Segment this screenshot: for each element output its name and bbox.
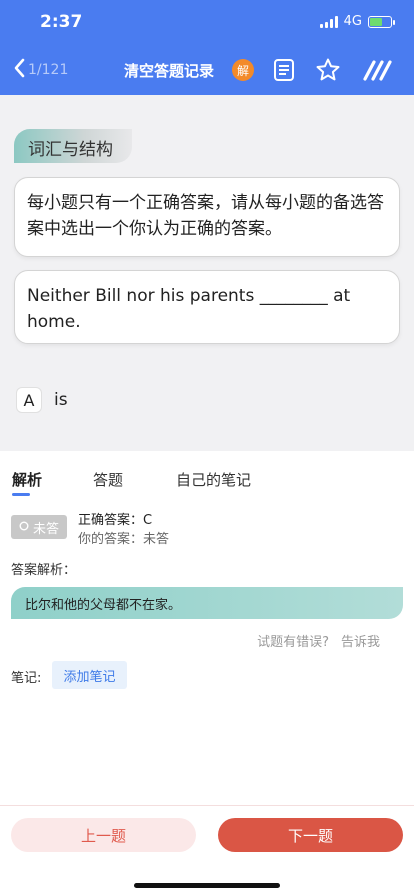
your-answer: 你的答案：未答 (78, 532, 170, 547)
analysis-text-box: 比尔和他的父母都不在家。 (11, 587, 403, 619)
active-tab-indicator (12, 493, 30, 496)
signal-icon (319, 15, 338, 28)
slashes-menu-icon[interactable] (360, 56, 396, 84)
network-label: 4G (343, 14, 362, 29)
analysis-text: 比尔和他的父母都不在家。 (25, 597, 182, 613)
correct-answer: 正确答案：C (78, 513, 153, 528)
instruction-text: 每小题只有一个正确答案，请从每小题的备选答案中选出一个你认为正确的答案。 (27, 193, 384, 239)
option-text: is (54, 390, 68, 410)
section-label: 词汇与结构 (28, 140, 113, 160)
header-bar: 2:37 4G 1/121 清空答题记录 解 (0, 0, 414, 95)
battery-icon (368, 15, 395, 28)
navigation-bar: 1/121 清空答题记录 解 (0, 50, 414, 90)
question-counter: 1/121 (28, 62, 69, 78)
question-area: 词汇与结构 每小题只有一个正确答案，请从每小题的备选答案中选出一个你认为正确的答… (0, 95, 414, 451)
analysis-panel: 解析 答题 自己的笔记 未答 正确答案：C 你的答案：未答 答案解析： 比尔和他… (0, 451, 414, 805)
question-stem-card: Neither Bill nor his parents ________ at… (14, 270, 400, 344)
analysis-tabs: 解析 答题 自己的笔记 (0, 465, 414, 499)
next-question-button[interactable]: 下一题 (218, 818, 403, 852)
previous-question-button[interactable]: 上一题 (11, 818, 196, 852)
circle-icon (19, 520, 29, 535)
footer-bar: 上一题 下一题 (0, 805, 414, 896)
note-label: 笔记: (11, 671, 42, 686)
document-icon[interactable] (270, 56, 298, 84)
status-indicators: 4G (319, 14, 395, 29)
section-tag: 词汇与结构 (14, 129, 132, 163)
back-button[interactable]: 1/121 (12, 57, 68, 83)
option-a[interactable]: A is (16, 387, 68, 413)
clear-record-button[interactable]: 清空答题记录 (124, 60, 214, 81)
status-label: 未答 (32, 521, 59, 537)
report-link[interactable]: 告诉我 (341, 631, 380, 650)
instruction-card: 每小题只有一个正确答案，请从每小题的备选答案中选出一个你认为正确的答案。 (14, 177, 400, 257)
tab-my-notes[interactable]: 自己的笔记 (176, 469, 251, 490)
tab-answer[interactable]: 答题 (93, 469, 123, 490)
add-note-button[interactable]: 添加笔记 (52, 661, 127, 689)
status-badge: 未答 (11, 515, 67, 539)
report-error: 试题有错误? 告诉我 (257, 631, 380, 650)
tab-analysis[interactable]: 解析 (12, 469, 42, 490)
analysis-heading: 答案解析： (11, 563, 77, 578)
question-stem-text: Neither Bill nor his parents ________ at… (27, 286, 351, 332)
chevron-left-icon (12, 57, 26, 83)
analysis-badge[interactable]: 解 (232, 59, 254, 81)
home-indicator (134, 883, 280, 888)
option-letter: A (16, 387, 42, 413)
report-question: 试题有错误? (257, 635, 329, 650)
star-icon[interactable] (314, 56, 342, 84)
status-time: 2:37 (40, 12, 83, 32)
